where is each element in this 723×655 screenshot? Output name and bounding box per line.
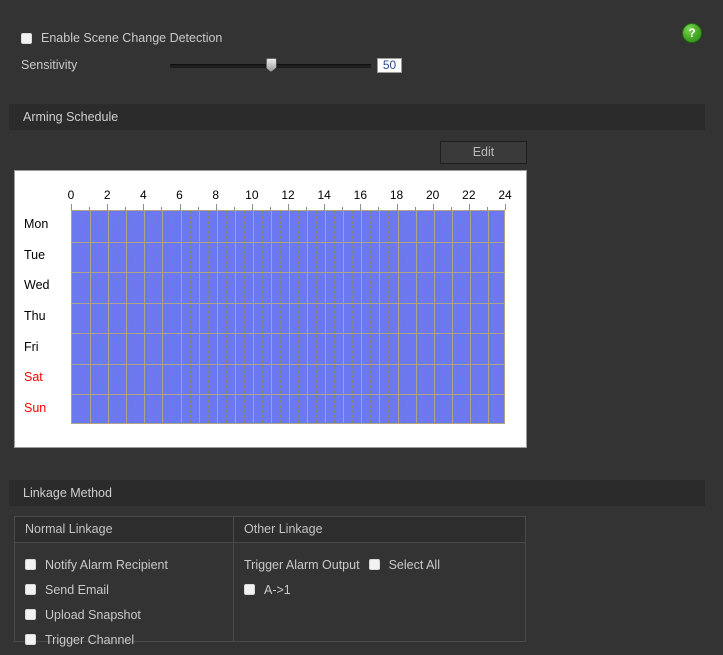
hour-tick [414,207,416,210]
hour-tick [432,204,434,210]
enable-scene-change-detection-checkbox[interactable] [21,32,32,44]
grid-day-line [72,303,504,304]
hour-tick [251,204,253,210]
hour-tick [324,204,326,210]
hour-tick [269,207,271,210]
alarm-output-list: A->1 [244,577,525,602]
day-label-sat: Sat [24,370,43,385]
hour-tick [486,207,488,210]
hour-label: 20 [425,188,440,202]
alarm-output-checkbox-0[interactable] [244,584,255,595]
hour-tick [179,204,181,210]
normal-linkage-checkbox-3[interactable] [25,634,36,645]
hour-label: 24 [498,188,512,202]
day-label-tue: Tue [24,247,46,262]
normal-linkage-item[interactable]: Notify Alarm Recipient [25,552,233,577]
enable-scene-change-detection-row[interactable]: Enable Scene Change Detection [21,31,222,45]
enable-scene-change-detection-label: Enable Scene Change Detection [41,31,223,45]
normal-linkage-checkbox-0[interactable] [25,559,36,570]
hour-tick [360,204,362,210]
grid-day-line [72,364,504,365]
hour-tick [215,204,217,210]
hour-tick [468,204,470,210]
normal-linkage-label: Notify Alarm Recipient [45,557,168,572]
hour-tick [125,207,127,210]
normal-linkage-label: Trigger Channel [45,632,135,647]
hour-tick [197,207,199,210]
normal-linkage-item[interactable]: Send Email [25,577,233,602]
select-all-checkbox[interactable] [368,559,380,570]
hour-label: 0 [67,188,75,202]
hour-tick [378,207,380,210]
other-linkage-column: Trigger Alarm Output Select All A->1 [234,543,525,642]
linkage-table-body: Notify Alarm Recipient Send Email Upload S… [15,543,525,647]
other-linkage-column-header: Other Linkage [244,522,323,536]
hour-label: 16 [353,188,367,202]
linkage-method-table: Normal Linkage Other Linkage Notify Alar… [14,516,526,647]
normal-linkage-label: Send Email [45,582,109,597]
sensitivity-slider[interactable] [170,57,371,73]
grid-day-line [72,272,504,273]
hour-tick [143,204,145,210]
normal-linkage-label: Upload Snapshot [45,607,141,622]
hour-tick [71,204,72,210]
hour-tick [450,207,452,210]
arming-schedule-section-header: Arming Schedule [9,104,705,130]
day-label-wed: Wed [24,278,50,293]
day-label-fri: Fri [24,339,39,354]
hour-label: 4 [139,188,147,202]
hour-tick [505,204,506,210]
sensitivity-row: Sensitivity [21,57,402,73]
hour-label: 18 [389,188,404,202]
hour-label: 14 [317,188,331,202]
sensitivity-value-input[interactable] [377,57,402,73]
grid-day-line [72,394,504,395]
edit-schedule-button[interactable]: Edit [440,141,527,164]
hour-tick [306,207,308,210]
hour-tick [396,204,398,210]
arming-schedule-canvas[interactable]: 0 2 4 6 8 10 12 14 16 18 20 22 24 Mon Tue Wed Thu Fri Sat S… [15,171,526,447]
hour-tick [342,207,344,210]
normal-linkage-column: Notify Alarm Recipient Send Email Upload S… [15,543,234,647]
sensitivity-slider-thumb[interactable] [265,58,277,72]
scene-change-detection-controls: Enable Scene Change Detection Sensitivit… [0,0,723,100]
alarm-output-item[interactable]: A->1 [244,577,525,602]
hour-label: 22 [462,188,476,202]
normal-linkage-item[interactable]: Upload Snapshot [25,602,233,627]
trigger-alarm-output-row: Trigger Alarm Output Select All [244,552,525,577]
hour-label: 2 [103,188,111,202]
grid-day-line [72,242,504,243]
hour-label: 6 [176,188,183,202]
select-all-label: Select All [388,557,440,572]
sensitivity-label: Sensitivity [21,58,78,72]
normal-linkage-item[interactable]: Trigger Channel [25,627,233,652]
hour-tick [89,207,91,210]
hour-tick [233,207,235,210]
normal-linkage-column-header: Normal Linkage [15,517,234,542]
normal-linkage-checkbox-1[interactable] [25,584,36,595]
hour-tick [161,207,163,210]
help-icon[interactable]: ? [682,23,702,43]
grid-day-line [72,333,504,334]
linkage-table-header-row: Normal Linkage Other Linkage [15,517,525,543]
hour-label: 8 [212,188,219,202]
linkage-method-section-header: Linkage Method [9,480,705,506]
day-label-mon: Mon [24,217,49,232]
day-label-sun: Sun [24,400,47,415]
normal-linkage-checkbox-2[interactable] [25,609,36,620]
arming-schedule-grid[interactable] [71,210,505,424]
hour-label: 12 [281,188,295,202]
hour-tick [288,204,289,210]
arming-schedule-panel: 0 2 4 6 8 10 12 14 16 18 20 22 24 Mon Tue Wed Thu Fri Sat S… [14,170,527,448]
hour-label: 10 [245,188,259,202]
alarm-output-label: A->1 [264,582,291,597]
hour-tick [107,204,109,210]
day-label-thu: Thu [24,309,46,323]
trigger-alarm-output-label: Trigger Alarm Output [244,557,360,572]
